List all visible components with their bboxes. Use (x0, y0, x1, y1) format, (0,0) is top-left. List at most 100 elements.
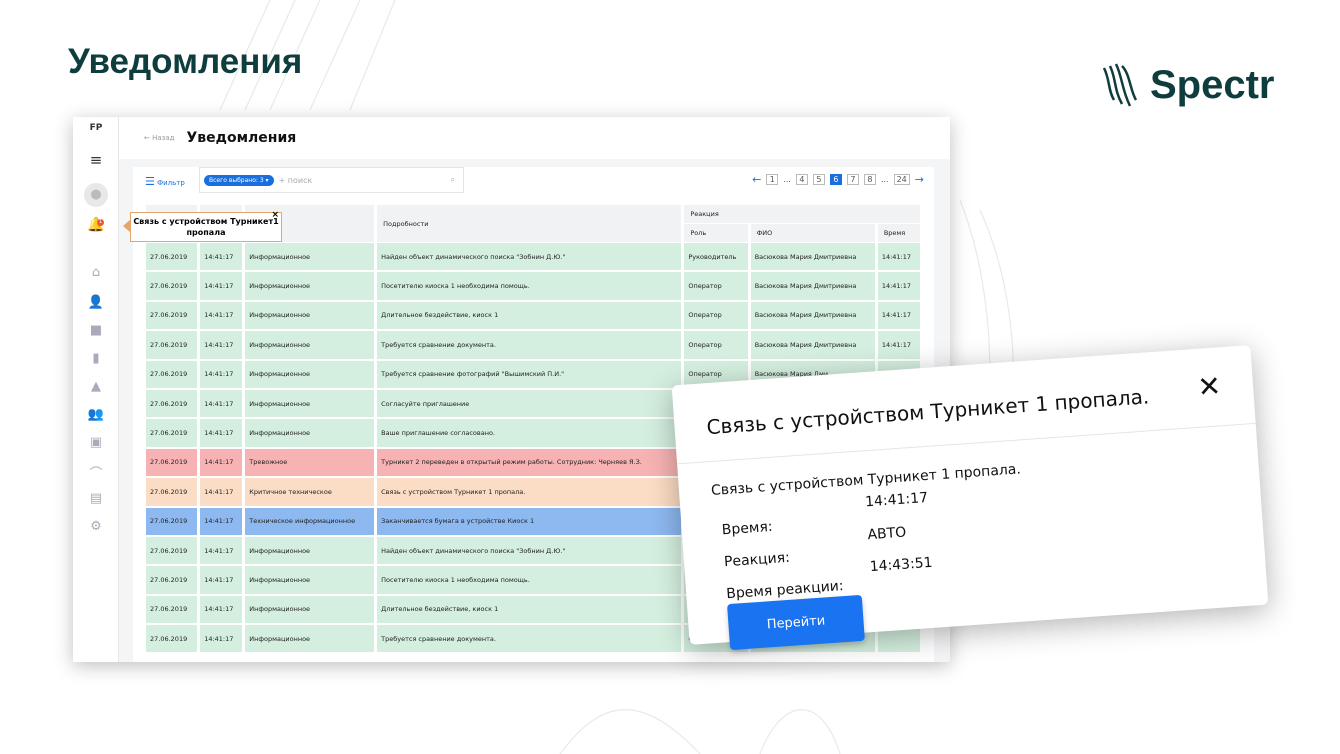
cell-date: 27.06.2019 (146, 625, 198, 654)
cell-type: Информационное (245, 595, 375, 625)
notification-tooltip[interactable]: Связь с устройством Турникет1 пропала × (123, 210, 282, 242)
filter-label: Фильтр (157, 179, 185, 187)
cell-type: Информационное (245, 243, 375, 272)
cell-time: 14:41:17 (200, 507, 243, 536)
cell-rtime: 14:41:17 (877, 272, 920, 301)
reaction-label: Реакция: (723, 549, 791, 571)
cell-fio: Васюкова Мария Дмитриевна (750, 301, 875, 331)
cell-details: Посетителю киоска 1 необходима помощь. (377, 566, 682, 595)
cell-details: Требуется сравнение документа. (377, 625, 682, 654)
cell-type: Тревожное (245, 448, 375, 478)
page-title: Уведомления (186, 130, 297, 146)
cell-date: 27.06.2019 (146, 331, 198, 360)
cell-time: 14:41:17 (200, 331, 243, 360)
selected-chip[interactable]: Всего выбрано: 3 ▾ (204, 174, 274, 186)
chat-icon[interactable]: ▤ (73, 491, 119, 506)
notification-modal: Связь с устройством Турникет 1 пропала. … (671, 345, 1269, 651)
cell-date: 27.06.2019 (146, 243, 198, 272)
menu-icon[interactable]: ≡ (73, 151, 119, 169)
page-1[interactable]: 1 (766, 174, 779, 185)
page-4[interactable]: 4 (795, 174, 808, 185)
col-fio: ФИО (750, 224, 875, 242)
col-role: Роль (684, 224, 748, 242)
cell-details: Требуется сравнение документа. (377, 331, 682, 360)
table-row[interactable]: 27.06.2019 14:41:17 Информационное Длительн… (146, 301, 920, 331)
table-row[interactable]: 27.06.2019 14:41:17 Информационное Требуетс… (146, 331, 920, 360)
reaction-time-value: 14:43:51 (869, 554, 934, 576)
turnstile-icon[interactable]: ⌒ (73, 463, 119, 482)
devices-icon[interactable]: ▲ (73, 379, 119, 394)
cell-fio: Васюкова Мария Дмитриевна (750, 331, 875, 360)
tooltip-close-icon[interactable]: × (271, 210, 279, 221)
cell-time: 14:41:17 (200, 243, 243, 272)
cell-type: Информационное (245, 360, 375, 389)
cell-details: Согласуйте приглашение (377, 389, 682, 419)
page-7[interactable]: 7 (846, 174, 859, 185)
cell-fio: Васюкова Мария Дмитриевна (750, 272, 875, 301)
cell-time: 14:41:17 (200, 595, 243, 625)
page-6[interactable]: 6 (829, 174, 842, 185)
cell-type: Информационное (245, 389, 375, 419)
chart-icon[interactable]: ▮ (73, 351, 119, 366)
table-row[interactable]: 27.06.2019 14:41:17 Информационное Посетите… (146, 272, 920, 301)
cell-rtime: 14:41:17 (877, 331, 920, 360)
col-rtime: Время (877, 224, 920, 242)
spectr-logo-text: Spectr (1150, 62, 1275, 107)
cell-time: 14:41:17 (200, 272, 243, 301)
cell-details: Требуется сравнение фотографий "Вышимски… (377, 360, 682, 389)
reaction-value: АВТО (866, 524, 907, 544)
cell-details: Найден объект динамического поиска "Зобн… (377, 243, 682, 272)
cell-type: Критичное техническое (245, 478, 375, 507)
page-ellipsis: ... (880, 175, 889, 184)
page-ellipsis: ... (783, 175, 791, 184)
avatar[interactable]: ● (73, 183, 119, 207)
time-label: Время: (721, 518, 774, 539)
bell-icon[interactable]: 🔔 1 (73, 217, 119, 233)
camera-icon[interactable]: ■ (73, 323, 119, 338)
cell-rtime: 14:41:17 (877, 301, 920, 331)
cell-time: 14:41:17 (200, 301, 243, 331)
table-row[interactable]: 27.06.2019 14:41:17 Информационное Найден о… (146, 243, 920, 272)
cell-details: Заканчивается бумага в устройстве Киоск … (377, 507, 682, 536)
cell-role: Оператор (684, 331, 748, 360)
id-card-icon[interactable]: ▣ (73, 435, 119, 450)
time-value: 14:41:17 (864, 489, 929, 511)
go-button[interactable]: Перейти (727, 594, 865, 651)
filter-button[interactable]: ☰ Фильтр (145, 175, 185, 188)
back-link[interactable]: ← Назад (144, 134, 175, 142)
cell-type: Информационное (245, 272, 375, 301)
header: ← Назад Уведомления (119, 117, 950, 159)
cell-type: Информационное (245, 566, 375, 595)
cell-type: Информационное (245, 301, 375, 331)
users-icon[interactable]: 👥 (73, 407, 119, 422)
close-icon[interactable]: ✕ (1196, 369, 1222, 404)
cell-date: 27.06.2019 (146, 595, 198, 625)
pagination: ← 1... 4 5 6 7 8... 24 → (752, 173, 924, 186)
prev-page-icon[interactable]: ← (752, 173, 761, 186)
tooltip-text: Связь с устройством Турникет1 пропала (133, 217, 279, 237)
app-logo: FP (89, 123, 103, 133)
cell-role: Руководитель (684, 243, 748, 272)
cell-time: 14:41:17 (200, 478, 243, 507)
page-5[interactable]: 5 (812, 174, 825, 185)
sidebar: FP ≡ ● 🔔 1 ⌂ 👤 ■ ▮ ▲ 👥 ▣ ⌒ ▤ ⚙ (73, 117, 119, 662)
cell-time: 14:41:17 (200, 360, 243, 389)
cell-time: 14:41:17 (200, 419, 243, 448)
page-24[interactable]: 24 (893, 174, 910, 185)
home-icon[interactable]: ⌂ (73, 265, 119, 280)
cell-details: Длительное бездействие, киоск 1 (377, 595, 682, 625)
cell-rtime: 14:41:17 (877, 243, 920, 272)
search-input[interactable]: Всего выбрано: 3 ▾ + поиск ⌕ (199, 167, 464, 193)
cell-details: Ваше приглашение согласовано. (377, 419, 682, 448)
cell-time: 14:41:17 (200, 566, 243, 595)
page-8[interactable]: 8 (863, 174, 876, 185)
cell-date: 27.06.2019 (146, 478, 198, 507)
user-icon[interactable]: 👤 (73, 295, 119, 310)
search-icon[interactable]: ⌕ (451, 175, 455, 185)
bell-badge: 1 (97, 219, 104, 226)
cell-date: 27.06.2019 (146, 389, 198, 419)
gear-icon[interactable]: ⚙ (73, 519, 119, 534)
cell-type: Информационное (245, 419, 375, 448)
next-page-icon[interactable]: → (915, 173, 924, 186)
col-reaction: Реакция (684, 205, 920, 223)
